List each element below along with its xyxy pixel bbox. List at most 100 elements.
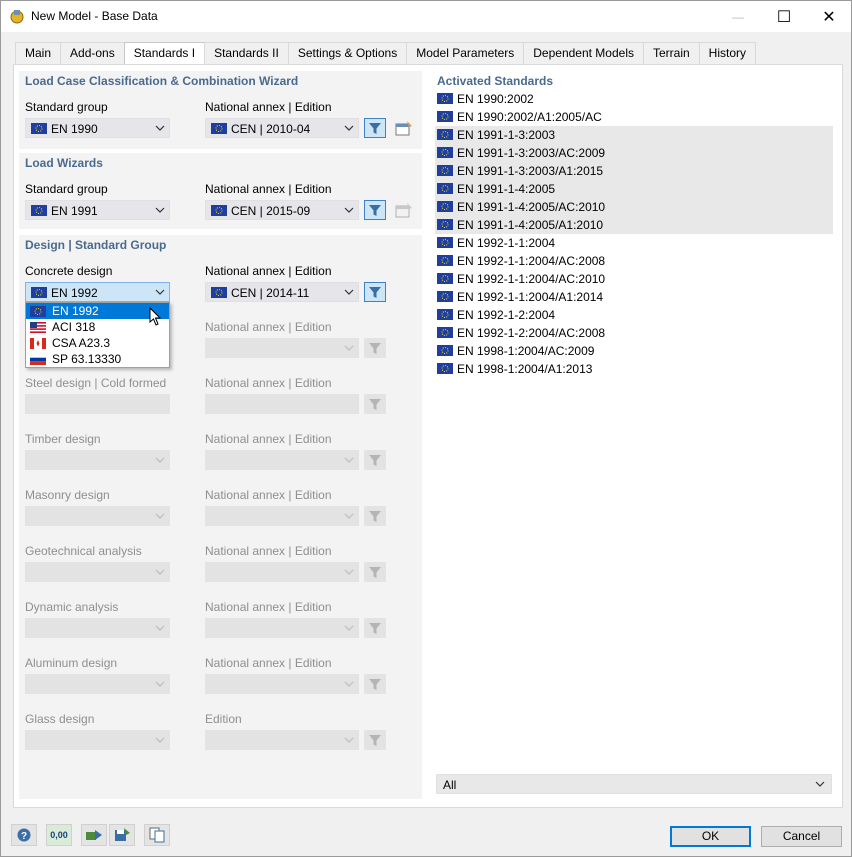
lcc-annex-value: CEN | 2010-04 (231, 122, 311, 136)
design-row-annex-select[interactable] (205, 506, 359, 526)
chevron-down-icon (155, 125, 165, 131)
minimize-button[interactable]: — (715, 1, 761, 32)
eu-flag-icon (437, 327, 453, 338)
list-item[interactable]: EN 1990:2002/A1:2005/AC (435, 108, 833, 126)
list-item[interactable]: EN 1991-1-4:2005/A1:2010 (435, 216, 833, 234)
list-item[interactable]: EN 1998-1:2004/AC:2009 (435, 342, 833, 360)
design-row-select[interactable] (25, 562, 170, 582)
tab-add-ons[interactable]: Add-ons (60, 42, 125, 64)
design-row-annex-label: National annex | Edition (205, 656, 332, 670)
units-button[interactable]: 0,00 (46, 824, 72, 846)
eu-flag-icon (437, 183, 453, 194)
design-row-select[interactable] (25, 618, 170, 638)
design-row-annex-select[interactable] (205, 338, 359, 358)
design-row-annex-label: National annex | Edition (205, 544, 332, 558)
lcc-group-label: Standard group (25, 100, 108, 114)
tab-history[interactable]: History (698, 42, 757, 64)
standard-label: EN 1991-1-4:2005 (457, 182, 556, 196)
lcc-group-select[interactable]: EN 1990 (25, 118, 170, 138)
list-item[interactable]: EN 1991-1-3:2003/A1:2015 (435, 162, 833, 180)
maximize-button[interactable]: ☐ (761, 1, 807, 32)
list-item[interactable]: EN 1990:2002 (435, 90, 833, 108)
list-item[interactable]: EN 1991-1-3:2003 (435, 126, 833, 144)
design-row-annex-select[interactable] (205, 618, 359, 638)
chevron-down-icon (344, 681, 354, 687)
filter-icon (369, 342, 381, 354)
minimize-icon: — (732, 9, 744, 24)
help-icon: ? (17, 828, 31, 842)
tab-model-parameters[interactable]: Model Parameters (406, 42, 525, 64)
chevron-down-icon (344, 737, 354, 743)
tab-standards-ii[interactable]: Standards II (204, 42, 289, 64)
dropdown-option-label: EN 1992 (52, 304, 99, 318)
eu-flag-icon (437, 129, 453, 140)
chevron-down-icon (155, 737, 165, 743)
design-row-annex-select[interactable] (205, 674, 359, 694)
design-row-filter-button[interactable] (364, 506, 386, 526)
design-row-annex-select[interactable] (205, 450, 359, 470)
design-row-select[interactable] (25, 674, 170, 694)
tab-standards-i[interactable]: Standards I (123, 42, 206, 65)
tab-main[interactable]: Main (15, 42, 62, 64)
design-row-annex-select[interactable] (205, 730, 359, 750)
lcc-panel-title: Load Case Classification & Combination W… (25, 74, 299, 88)
tab-terrain[interactable]: Terrain (642, 42, 700, 64)
design-row-filter-button[interactable] (364, 618, 386, 638)
list-item[interactable]: EN 1992-1-2:2004 (435, 306, 833, 324)
save-defaults-button[interactable] (109, 824, 135, 846)
dropdown-option-label: SP 63.13330 (52, 352, 122, 366)
ok-button[interactable]: OK (670, 826, 751, 847)
filter-icon (369, 204, 381, 216)
dropdown-option[interactable]: CSA A23.3 (26, 335, 169, 351)
list-item[interactable]: EN 1991-1-3:2003/AC:2009 (435, 144, 833, 162)
lcc-filter-button[interactable] (364, 118, 386, 138)
design-row-select[interactable] (25, 730, 170, 750)
lcc-annex-select[interactable]: CEN | 2010-04 (205, 118, 359, 138)
import-button[interactable] (81, 824, 107, 846)
standard-label: EN 1992-1-1:2004/AC:2008 (457, 254, 606, 268)
list-item[interactable]: EN 1991-1-4:2005/AC:2010 (435, 198, 833, 216)
standard-label: EN 1992-1-1:2004/AC:2010 (457, 272, 606, 286)
design-row-filter-button[interactable] (364, 450, 386, 470)
design-row-select[interactable] (25, 450, 170, 470)
chevron-down-icon (344, 513, 354, 519)
lcc-edit-icon[interactable] (393, 118, 415, 138)
design-row-filter-button[interactable] (364, 562, 386, 582)
concrete-annex-select[interactable]: CEN | 2014-11 (205, 282, 359, 302)
wizards-annex-select[interactable]: CEN | 2015-09 (205, 200, 359, 220)
design-row-filter-button[interactable] (364, 674, 386, 694)
help-button[interactable]: ? (11, 824, 37, 846)
concrete-design-select[interactable]: EN 1992 (25, 282, 170, 302)
list-item[interactable]: EN 1992-1-1:2004/A1:2014 (435, 288, 833, 306)
wizards-group-select[interactable]: EN 1991 (25, 200, 170, 220)
wizards-filter-button[interactable] (364, 200, 386, 220)
eu-flag-icon (211, 123, 227, 134)
chevron-down-icon (344, 345, 354, 351)
concrete-filter-button[interactable] (364, 282, 386, 302)
standards-filter-select[interactable]: All (436, 774, 832, 794)
design-row-select[interactable] (25, 394, 170, 414)
list-item[interactable]: EN 1992-1-1:2004/AC:2008 (435, 252, 833, 270)
close-button[interactable]: ✕ (806, 1, 852, 32)
design-row-filter-button[interactable] (364, 730, 386, 750)
list-item[interactable]: EN 1991-1-4:2005 (435, 180, 833, 198)
copy-button[interactable] (144, 824, 170, 846)
design-row-filter-button[interactable] (364, 338, 386, 358)
list-item[interactable]: EN 1992-1-2:2004/AC:2008 (435, 324, 833, 342)
tab-dependent-models[interactable]: Dependent Models (523, 42, 644, 64)
svg-text:?: ? (21, 831, 27, 842)
list-item[interactable]: EN 1998-1:2004/A1:2013 (435, 360, 833, 378)
list-item[interactable]: EN 1992-1-1:2004 (435, 234, 833, 252)
dropdown-option[interactable]: SP 63.13330 (26, 351, 169, 367)
list-item[interactable]: EN 1992-1-1:2004/AC:2010 (435, 270, 833, 288)
design-row-select[interactable] (25, 506, 170, 526)
dropdown-option[interactable]: ACI 318 (26, 319, 169, 335)
eu-flag-icon (31, 123, 47, 134)
design-row-annex-select[interactable] (205, 562, 359, 582)
design-row-filter-button[interactable] (364, 394, 386, 414)
filter-icon (369, 454, 381, 466)
tab-settings-options[interactable]: Settings & Options (287, 42, 408, 64)
dropdown-option[interactable]: EN 1992 (26, 303, 169, 319)
cancel-button[interactable]: Cancel (761, 826, 842, 847)
design-row-annex-select[interactable] (205, 394, 359, 414)
